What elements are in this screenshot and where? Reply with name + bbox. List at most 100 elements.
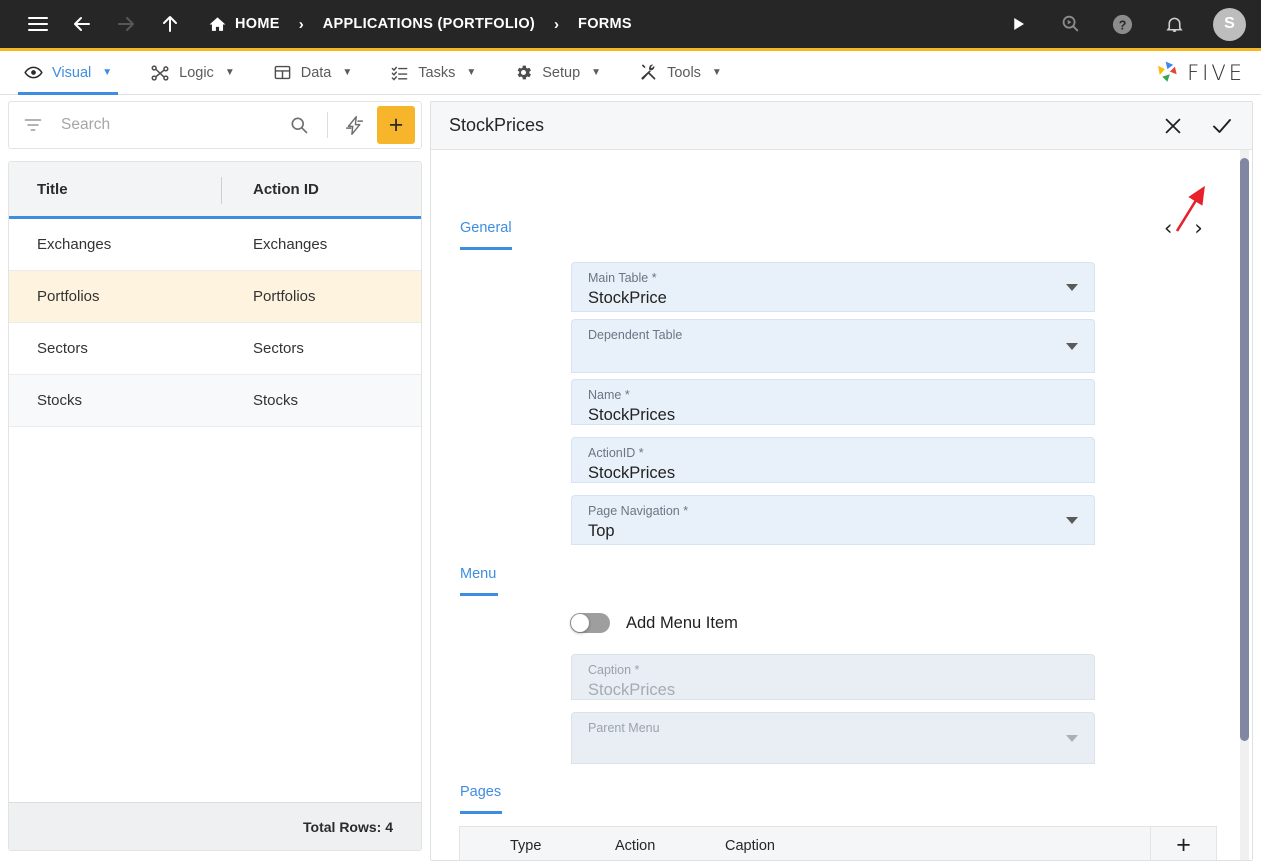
dropdown-caret-icon[interactable] xyxy=(1066,343,1078,350)
search-input[interactable] xyxy=(43,116,279,134)
field-label-name: Name * xyxy=(588,388,630,402)
field-caption: Caption * StockPrices xyxy=(571,654,1095,700)
help-icon[interactable]: ? xyxy=(1100,0,1144,50)
filter-icon[interactable] xyxy=(23,115,43,135)
lightning-bolt-icon[interactable] xyxy=(336,115,373,136)
breadcrumb-forms[interactable]: FORMS xyxy=(576,0,634,50)
tab-tasks-label: Tasks xyxy=(418,64,456,81)
cell-action-id: Portfolios xyxy=(253,288,316,305)
field-label-parent-menu: Parent Menu xyxy=(588,721,660,735)
tab-tools-label: Tools xyxy=(667,64,701,81)
eye-icon xyxy=(24,63,43,82)
add-menu-item-row: Add Menu Item xyxy=(570,613,738,633)
chevron-down-icon: ▼ xyxy=(342,67,353,78)
tab-logic-label: Logic xyxy=(179,64,214,81)
breadcrumb-home-label: HOME xyxy=(235,16,280,32)
up-arrow-icon[interactable] xyxy=(148,0,192,50)
field-label-action-id: ActionID * xyxy=(588,446,644,460)
column-header-action: Action xyxy=(615,837,656,854)
add-menu-item-toggle[interactable] xyxy=(570,613,610,633)
tab-data[interactable]: Data ▼ xyxy=(259,51,367,95)
chevron-down-icon: ▼ xyxy=(591,67,602,78)
field-label-main-table: Main Table * xyxy=(588,271,657,285)
total-rows-label: Total Rows: 4 xyxy=(303,818,393,835)
vertical-scrollbar-thumb[interactable] xyxy=(1240,158,1249,741)
add-form-button[interactable]: + xyxy=(377,106,415,144)
search-toolbar: + xyxy=(8,101,422,149)
column-header-caption: Caption xyxy=(725,837,775,854)
add-page-button[interactable]: + xyxy=(1150,826,1216,860)
table-row[interactable]: Exchanges Exchanges xyxy=(9,219,421,271)
table-row[interactable]: Sectors Sectors xyxy=(9,323,421,375)
cell-title: Portfolios xyxy=(37,288,100,305)
cell-title: Exchanges xyxy=(37,236,112,253)
chevron-down-icon: ▼ xyxy=(224,67,235,78)
forward-arrow-icon[interactable] xyxy=(104,0,148,50)
chevron-down-icon: ▼ xyxy=(102,67,113,78)
forms-list-panel: + Title Action ID Exchanges Exchanges Po… xyxy=(8,101,422,853)
column-header-title[interactable]: Title xyxy=(9,181,225,198)
cell-title: Stocks xyxy=(37,392,83,409)
five-logo-mark xyxy=(1158,61,1177,82)
table-row[interactable]: Portfolios Portfolios xyxy=(9,271,421,323)
checklist-icon xyxy=(390,63,409,82)
column-header-action-id[interactable]: Action ID xyxy=(225,181,421,198)
gear-icon xyxy=(514,63,533,82)
next-page-chevron-icon[interactable]: › xyxy=(1194,218,1202,239)
field-main-table[interactable]: Main Table * StockPrice xyxy=(571,262,1095,312)
tab-tools[interactable]: Tools ▼ xyxy=(625,51,736,95)
field-value-page-navigation: Top xyxy=(588,522,615,540)
back-arrow-icon[interactable] xyxy=(60,0,104,50)
cell-action-id: Sectors xyxy=(253,340,304,357)
breadcrumb-home[interactable]: HOME xyxy=(206,0,282,50)
tab-data-label: Data xyxy=(300,64,332,81)
breadcrumb-separator-2: › xyxy=(554,15,560,33)
form-editor-body: General ‹ › Main Table * StockPrice Depe… xyxy=(431,150,1252,860)
section-heading-menu: Menu xyxy=(460,566,497,582)
search-debug-icon[interactable] xyxy=(1048,0,1092,50)
tab-visual[interactable]: Visual ▼ xyxy=(10,51,126,95)
brand-logo: FIVE xyxy=(1153,59,1261,86)
field-label-dependent-table: Dependent Table xyxy=(588,328,683,342)
prev-page-chevron-icon[interactable]: ‹ xyxy=(1164,218,1172,239)
tab-logic[interactable]: Logic ▼ xyxy=(136,51,249,95)
notifications-bell-icon[interactable] xyxy=(1152,0,1196,50)
dropdown-caret-icon xyxy=(1066,735,1078,742)
dropdown-caret-icon[interactable] xyxy=(1066,284,1078,291)
field-value-main-table: StockPrice xyxy=(588,289,667,307)
run-play-icon[interactable] xyxy=(996,0,1040,50)
section-heading-pages: Pages xyxy=(460,784,502,800)
pages-table: Type Action Caption + Form xyxy=(459,826,1217,860)
toolbar-divider xyxy=(327,112,328,138)
breadcrumb-applications[interactable]: APPLICATIONS (PORTFOLIO) xyxy=(321,0,537,50)
add-menu-item-label: Add Menu Item xyxy=(626,613,738,632)
tab-setup[interactable]: Setup ▼ xyxy=(500,51,615,95)
forms-data-grid: Title Action ID Exchanges Exchanges Port… xyxy=(8,161,422,851)
section-underline-general xyxy=(460,247,512,250)
field-page-navigation[interactable]: Page Navigation * Top xyxy=(571,495,1095,545)
module-tab-bar: Visual ▼ Logic ▼ Data ▼ Tasks ▼ Setup ▼ … xyxy=(0,51,1261,95)
cell-action-id: Stocks xyxy=(253,392,299,409)
breadcrumb-forms-label: FORMS xyxy=(578,16,632,32)
menu-icon[interactable] xyxy=(16,0,60,50)
avatar[interactable]: S xyxy=(1213,7,1246,41)
tab-setup-label: Setup xyxy=(542,64,581,81)
table-icon xyxy=(273,63,292,82)
field-name[interactable]: Name * StockPrices xyxy=(571,379,1095,425)
field-action-id[interactable]: ActionID * StockPrices xyxy=(571,437,1095,483)
table-row[interactable]: Stocks Stocks xyxy=(9,375,421,427)
tab-tasks[interactable]: Tasks ▼ xyxy=(376,51,490,95)
form-editor-panel: StockPrices General ‹ › Main Table * Sto… xyxy=(430,101,1253,861)
toggle-knob xyxy=(571,614,589,632)
grid-header-row: Title Action ID xyxy=(9,162,421,219)
column-header-type: Type xyxy=(510,837,542,854)
field-value-caption: StockPrices xyxy=(588,681,676,699)
close-x-icon[interactable] xyxy=(1162,115,1184,137)
field-dependent-table[interactable]: Dependent Table xyxy=(571,319,1095,373)
nodes-icon xyxy=(150,63,170,83)
checkmark-icon[interactable] xyxy=(1210,114,1234,138)
dropdown-caret-icon[interactable] xyxy=(1066,517,1078,524)
breadcrumb-separator-1: › xyxy=(298,15,304,33)
cell-action-id: Exchanges xyxy=(253,236,328,253)
search-icon[interactable] xyxy=(279,115,319,135)
